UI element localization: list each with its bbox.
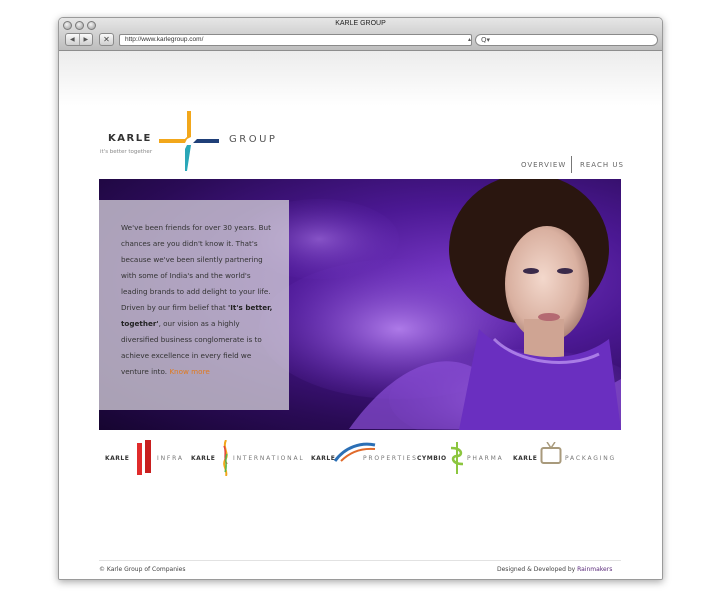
- forward-arrow-icon[interactable]: ▶: [80, 34, 93, 45]
- karle-cross-logo-icon[interactable]: [157, 109, 221, 173]
- brand-karle-packaging[interactable]: KARLE PACKAGING: [513, 438, 621, 478]
- nav-overview-link[interactable]: OVERVIEW: [521, 161, 566, 169]
- footer-copyright: © Karle Group of Companies: [99, 566, 186, 573]
- address-dropdown-icon[interactable]: ▴: [468, 34, 471, 46]
- browser-chrome: KARLE GROUP ◀ ▶ ✕ http://www.karlegroup.…: [59, 18, 662, 51]
- know-more-link[interactable]: Know more: [169, 367, 209, 376]
- hero-intro-text: We've been friends for over 30 years. Bu…: [121, 223, 271, 312]
- address-bar[interactable]: http://www.karlegroup.com/: [119, 34, 472, 46]
- rainmakers-link[interactable]: Rainmakers: [577, 566, 612, 573]
- brand-prefix: KARLE: [191, 455, 216, 462]
- brand-suffix: INFRA: [157, 455, 184, 462]
- back-arrow-icon[interactable]: ◀: [66, 34, 80, 45]
- brand-karle-infra[interactable]: KARLE INFRA: [105, 438, 185, 478]
- brand-suffix: PHARMA: [467, 455, 504, 462]
- logo-group-text: GROUP: [229, 134, 278, 145]
- brand-strip: KARLE INFRA KARLE INTERNATIONAL KARLE PR…: [99, 438, 621, 478]
- hero-intro-panel: We've been friends for over 30 years. Bu…: [99, 200, 289, 410]
- window-title: KARLE GROUP: [335, 20, 386, 27]
- logo-tagline: it's better together: [100, 149, 153, 155]
- brand-suffix: INTERNATIONAL: [233, 455, 305, 462]
- brand-prefix: KARLE: [105, 455, 130, 462]
- brand-prefix: KARLE: [311, 455, 336, 462]
- infra-logo-icon: [137, 440, 151, 475]
- brand-suffix: PROPERTIES: [363, 455, 418, 462]
- brand-suffix: PACKAGING: [565, 455, 617, 462]
- brand-cymbio-pharma[interactable]: CYMBIO PHARMA: [417, 438, 509, 478]
- logo-text[interactable]: KARLE: [108, 133, 152, 144]
- search-input[interactable]: Q▾: [475, 34, 658, 46]
- brand-karle-international[interactable]: KARLE INTERNATIONAL: [191, 438, 303, 478]
- browser-window: KARLE GROUP ◀ ▶ ✕ http://www.karlegroup.…: [58, 17, 663, 580]
- brand-prefix: CYMBIO: [417, 455, 447, 462]
- hero-banner: We've been friends for over 30 years. Bu…: [99, 179, 621, 430]
- footer-divider: [99, 560, 621, 561]
- history-buttons: ◀ ▶: [65, 33, 93, 46]
- international-logo-icon: [223, 440, 228, 476]
- pharma-logo-icon: [450, 442, 464, 474]
- footer-credit-text: Designed & Developed by: [497, 566, 578, 573]
- brand-prefix: KARLE: [513, 455, 538, 462]
- brand-karle-properties[interactable]: KARLE PROPERTIES: [311, 438, 416, 478]
- stop-icon[interactable]: ✕: [99, 33, 114, 46]
- nav-reach-us-link[interactable]: REACH US: [580, 161, 624, 169]
- footer-credit: Designed & Developed by Rainmakers: [497, 566, 612, 573]
- nav-divider: [571, 156, 572, 173]
- packaging-tv-icon: [540, 442, 562, 464]
- webpage: KARLE it's better together GROUP OVERVIE…: [59, 51, 662, 579]
